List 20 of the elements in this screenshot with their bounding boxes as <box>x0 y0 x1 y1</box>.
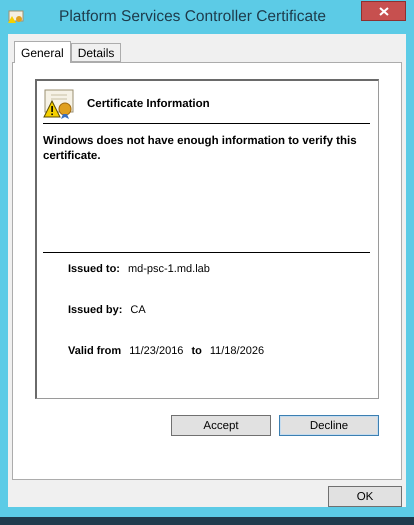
close-button[interactable] <box>361 1 406 21</box>
section-heading: Certificate Information <box>87 98 210 110</box>
dialog-button[interactable]: Accept <box>171 415 271 436</box>
field-value: CA <box>130 304 146 316</box>
field-value: 11/23/2016 <box>129 345 184 357</box>
certificate-icon <box>8 10 24 24</box>
tab[interactable]: Details <box>70 43 122 62</box>
field-value: md-psc-1.md.lab <box>128 263 210 275</box>
warning-message: Windows does not have enough information to verify this certificate. <box>43 134 358 164</box>
dialog-button[interactable]: Decline <box>279 415 379 436</box>
ok-button[interactable]: OK <box>328 486 402 507</box>
tab[interactable]: General <box>14 41 71 63</box>
certificate-warning-icon <box>43 89 75 119</box>
field-label: Valid from <box>68 345 122 357</box>
field-label: Issued by: <box>68 304 122 316</box>
field-label: Issued to: <box>68 263 120 275</box>
field-label: to <box>191 345 202 357</box>
window-title: Platform Services Controller Certificate <box>58 8 328 26</box>
field-value: 11/18/2026 <box>210 345 264 357</box>
close-icon <box>378 6 388 16</box>
